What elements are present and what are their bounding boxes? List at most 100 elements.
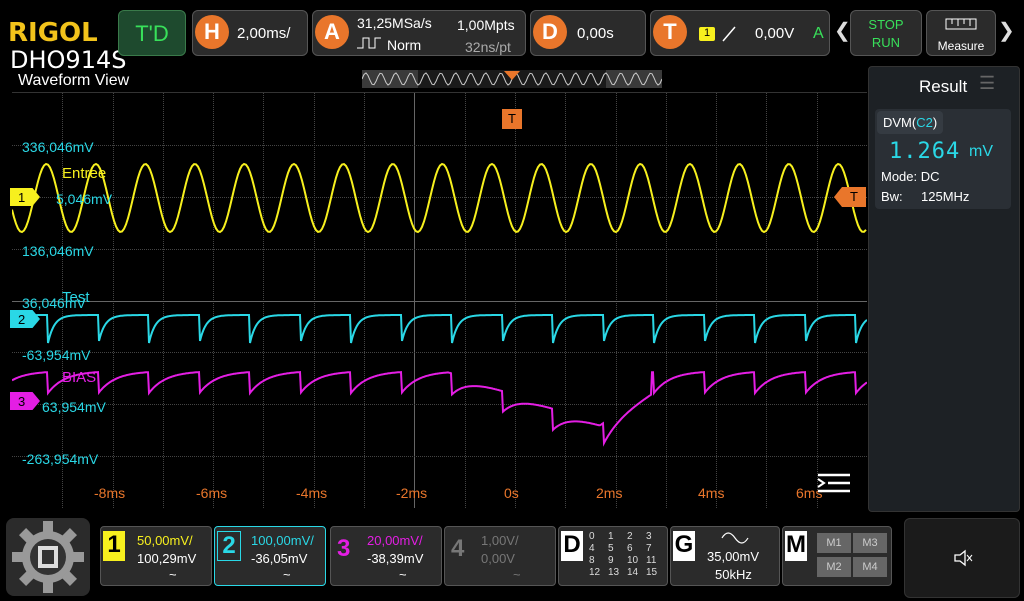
dvm-tab: DVM(C2)	[877, 111, 944, 134]
h-timebase: 2,00ms/	[237, 25, 291, 42]
channel-2-number: 2	[217, 531, 241, 561]
generator-amplitude: 35,00mV	[707, 549, 760, 564]
trigger-mode: Norm	[387, 37, 422, 53]
acquire-control[interactable]: A 31,25MSa/s 1,00Mpts Norm 32ns/pt	[312, 10, 526, 56]
right-arrow-icon[interactable]: ❯	[998, 18, 1015, 43]
channel-1-coupling-icon: ~	[169, 567, 177, 582]
left-arrow-icon[interactable]: ❮	[834, 18, 851, 43]
trigger-mode-icon	[357, 37, 381, 49]
dvm-paren-close: )	[932, 115, 938, 130]
horizontal-control[interactable]: H 2,00ms/	[192, 10, 308, 56]
x-label-1: -8ms	[94, 485, 126, 501]
math-box[interactable]: M M1 M3 M2 M4	[782, 526, 892, 586]
measure-button[interactable]: Measure	[926, 10, 996, 56]
brand-logo: RIGOL	[8, 18, 98, 48]
x-label-6: 2ms	[596, 485, 623, 501]
x-label-2: -6ms	[196, 485, 228, 501]
t-badge: T	[653, 15, 687, 49]
channel-1-number: 1	[103, 531, 125, 561]
channel-4-box[interactable]: 4 1,00V/ 0,00V ~	[444, 526, 556, 586]
waveform-traces	[12, 162, 867, 447]
y-label-2: 136,046mV	[22, 243, 94, 259]
sample-rate: 31,25MSa/s	[357, 15, 432, 31]
channel-2-coupling-icon: ~	[283, 567, 291, 582]
y-label-partial-2: 36,046mV	[22, 295, 86, 311]
a-badge: A	[315, 15, 349, 49]
y-label-partial-3: 63,954mV	[42, 399, 106, 415]
td-label: T'D	[135, 21, 169, 46]
x-label-4: -2ms	[396, 485, 428, 501]
digital-channel-0: 0	[589, 531, 595, 542]
digital-channel-15: 15	[646, 567, 658, 578]
home-gear-button[interactable]	[6, 518, 90, 596]
digital-channel-grid: 0 1 2 3 4 5 6 7 8 9 10 11 12 13 14 15	[589, 531, 665, 578]
x-label-3: -4ms	[296, 485, 328, 501]
trace-ch1	[12, 162, 867, 234]
trace-ch2	[12, 314, 867, 344]
view-title: Waveform View	[18, 72, 130, 89]
channel-4-coupling-icon: ~	[513, 567, 521, 582]
digital-channel-7: 7	[646, 543, 652, 554]
ruler-icon	[945, 18, 977, 30]
digital-channel-14: 14	[627, 567, 639, 578]
digital-channel-11: 11	[646, 555, 657, 566]
generator-frequency: 50kHz	[715, 567, 752, 582]
d-badge: D	[533, 15, 567, 49]
digital-channel-8: 8	[589, 555, 595, 566]
run-label: RUN	[871, 35, 901, 50]
h-badge: H	[195, 15, 229, 49]
dvm-card[interactable]: DVM(C2) 1.264 mV Mode: DC Bw: 125MHz	[875, 109, 1011, 209]
audio-button[interactable]	[904, 518, 1020, 598]
bottom-bar: 1 50,00mV/ 100,29mV ~ 2 100,00mV/ -36,05…	[0, 514, 1024, 600]
result-title: Result	[919, 77, 968, 96]
digital-channel-6: 6	[627, 543, 633, 554]
stop-run-button[interactable]: STOP RUN	[850, 10, 922, 56]
trigger-source-badge: 1	[699, 27, 715, 41]
digital-channel-3: 3	[646, 531, 652, 542]
y-label-4: -263,954mV	[22, 451, 99, 467]
channel-4-offset: 0,00V	[481, 551, 515, 566]
stop-label: STOP	[868, 17, 904, 32]
top-bar: RIGOL DHO914S T'D H 2,00ms/ A 31,25MSa/s…	[0, 0, 1024, 74]
channel-3-box[interactable]: 3 20,00mV/ -38,39mV ~	[330, 526, 442, 586]
digital-channel-10: 10	[627, 555, 639, 566]
trigger-position-marker[interactable]: T	[502, 109, 522, 129]
math-m2[interactable]: M2	[817, 557, 851, 577]
generator-box[interactable]: G 35,00mV 50kHz	[670, 526, 780, 586]
memory-overview[interactable]	[362, 70, 662, 88]
channel-1-box[interactable]: 1 50,00mV/ 100,29mV ~	[100, 526, 212, 586]
time-per-point: 32ns/pt	[465, 39, 511, 55]
y-label-partial-1: 5,046mV	[56, 191, 113, 207]
result-menu-icon[interactable]: ☰	[979, 73, 995, 94]
math-m3[interactable]: M3	[853, 533, 887, 553]
digital-box[interactable]: D 0 1 2 3 4 5 6 7 8 9 10 11 12 13 14 15	[558, 526, 668, 586]
td-button[interactable]: T'D	[118, 10, 186, 56]
delay-control[interactable]: D 0,00s	[530, 10, 646, 56]
waveform-area[interactable]: Entree Test BIAS 336,046mV 5,046mV 136,0…	[12, 92, 867, 508]
digital-channel-9: 9	[608, 555, 614, 566]
delay-value: 0,00s	[577, 25, 614, 42]
trigger-level: 0,00V	[755, 25, 795, 42]
channel-2-box[interactable]: 2 100,00mV/ -36,05mV ~	[214, 526, 326, 586]
dvm-label: DVM	[883, 115, 912, 130]
trigger-control[interactable]: T 1 0,00V A	[650, 10, 830, 56]
channel-3-coupling-icon: ~	[399, 567, 407, 582]
dvm-bw-value: 125MHz	[921, 189, 970, 204]
channel-2-scale: 100,00mV/	[251, 533, 314, 548]
dvm-unit: mV	[969, 143, 993, 160]
x-label-7: 4ms	[698, 485, 725, 501]
result-panel[interactable]: Result ☰ DVM(C2) 1.264 mV Mode: DC Bw: 1…	[868, 66, 1020, 512]
measure-label: Measure	[937, 39, 985, 53]
digital-channel-4: 4	[589, 543, 595, 554]
dvm-value: 1.264	[889, 139, 961, 164]
generator-label: G	[673, 531, 695, 561]
channel-2-offset: -36,05mV	[251, 551, 308, 566]
math-m1[interactable]: M1	[817, 533, 851, 553]
digital-channel-12: 12	[589, 567, 601, 578]
math-m4[interactable]: M4	[853, 557, 887, 577]
digital-channel-2: 2	[627, 531, 633, 542]
rising-edge-icon	[722, 26, 736, 42]
menu-icon[interactable]	[816, 471, 852, 499]
channel-4-scale: 1,00V/	[481, 533, 519, 548]
channel-3-number: 3	[337, 535, 351, 562]
